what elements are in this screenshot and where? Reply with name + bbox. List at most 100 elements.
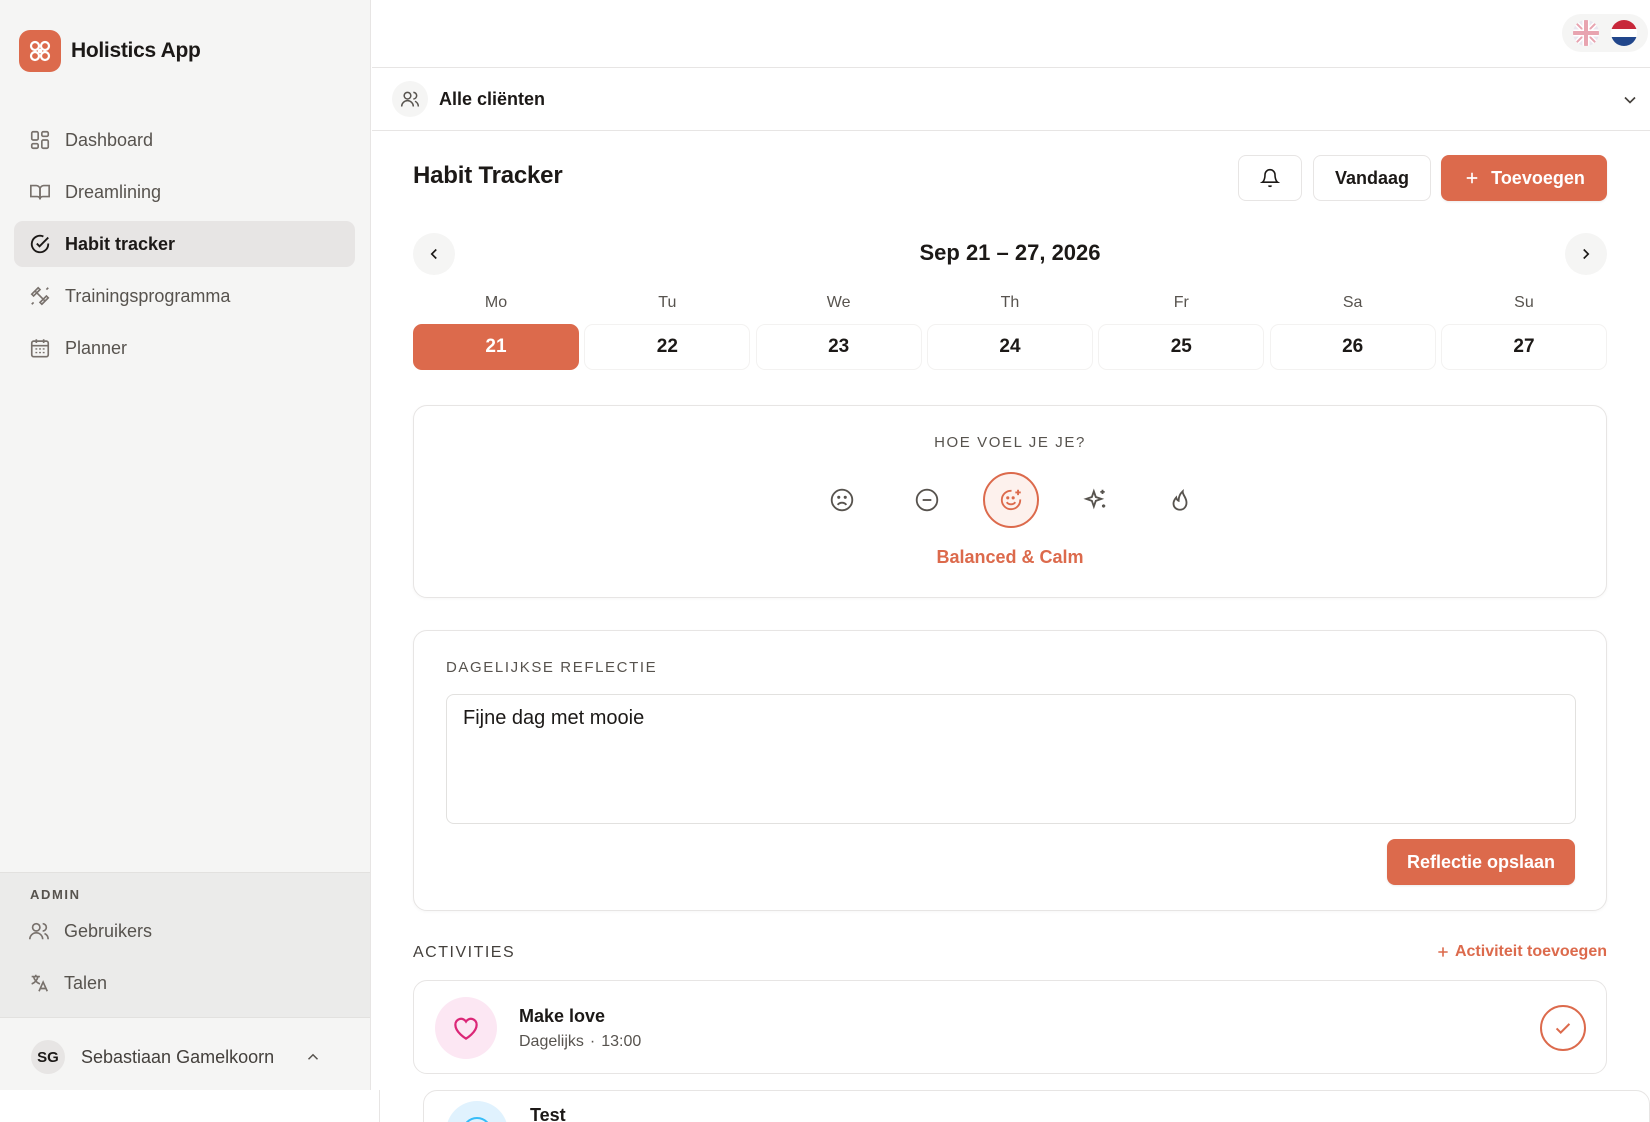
day-button[interactable]: 25 [1098, 324, 1265, 370]
sidebar-item-label: Dashboard [65, 129, 154, 150]
users-icon [392, 81, 428, 117]
app-title: Holistics App [71, 39, 201, 62]
sidebar: Holistics App Dashboard Dreamlining Habi… [0, 0, 371, 1090]
sidebar-item-dashboard[interactable]: Dashboard [14, 117, 355, 163]
sidebar-item-trainingsprogramma[interactable]: Trainingsprogramma [14, 273, 355, 319]
client-selector-label: Alle cliënten [439, 88, 546, 109]
next-week-button[interactable] [1565, 233, 1607, 275]
brand[interactable]: Holistics App [19, 30, 201, 72]
chevron-up-icon [307, 1053, 319, 1060]
activity-icon [435, 997, 497, 1059]
app-logo-icon [19, 30, 61, 72]
sidebar-item-label: Planner [65, 337, 128, 358]
day-abbr: Mo [484, 294, 508, 311]
sidebar-item-dreamlining[interactable]: Dreamlining [14, 169, 355, 215]
client-selector[interactable]: Alle cliënten [372, 68, 1650, 131]
activity-icon [446, 1101, 508, 1122]
activities-title: ACTIVITIES [413, 944, 516, 961]
user-menu[interactable]: SG Sebastiaan Gamelkoorn [0, 1024, 370, 1090]
today-button[interactable]: Vandaag [1313, 155, 1431, 201]
admin-section: ADMIN Gebruikers Talen [0, 872, 370, 1018]
day-abbr: Th [1000, 294, 1020, 311]
day-column: Su 27 [1440, 294, 1607, 370]
reflection-input[interactable]: Fijne dag met mooie [446, 694, 1576, 824]
mood-option-energized[interactable] [1068, 472, 1124, 528]
save-reflection-label: Reflectie opslaan [1406, 851, 1556, 872]
sidebar-item-habit-tracker[interactable]: Habit tracker [14, 221, 355, 267]
language-switcher [1562, 14, 1648, 52]
reflection-card: DAGELIJKSE REFLECTIE Fijne dag met mooie… [413, 630, 1607, 911]
sidebar-item-label: Dreamlining [65, 181, 162, 202]
heart-icon [454, 1017, 478, 1040]
activity-complete-toggle[interactable] [1540, 1005, 1586, 1051]
sidebar-item-gebruikers[interactable]: Gebruikers [28, 920, 152, 942]
day-button[interactable]: 24 [926, 324, 1093, 370]
sidebar-item-label: Gebruikers [64, 920, 153, 941]
today-button-label: Vandaag [1334, 167, 1410, 188]
activity-time: 13:00 [601, 1033, 642, 1050]
sidebar-nav: Dashboard Dreamlining Habit tracker Trai… [14, 117, 355, 377]
flame-icon [1172, 489, 1188, 511]
sparkles-icon [1082, 488, 1105, 510]
day-button[interactable]: 23 [755, 324, 922, 370]
sad-face-icon [830, 488, 854, 512]
calendar-icon [30, 339, 50, 358]
chevron-down-icon [1624, 96, 1636, 104]
activity-item[interactable]: Test [423, 1090, 1650, 1122]
mood-option-sad[interactable] [814, 472, 870, 528]
day-column: Fr 25 [1098, 294, 1265, 370]
sidebar-item-label: Habit tracker [65, 233, 176, 254]
day-column: Tu 22 [584, 294, 751, 370]
save-reflection-button[interactable]: Reflectie opslaan [1387, 839, 1575, 885]
mood-option-fired-up[interactable] [1152, 472, 1208, 528]
avatar: SG [31, 1040, 65, 1074]
admin-section-title: ADMIN [30, 887, 81, 902]
mood-option-neutral[interactable] [899, 472, 955, 528]
page-title: Habit Tracker [413, 162, 563, 189]
check-icon [1555, 1023, 1571, 1035]
flag-nl-icon[interactable] [1610, 20, 1637, 46]
mood-option-balanced[interactable] [983, 472, 1039, 528]
mood-options [814, 472, 1208, 528]
translate-icon [31, 974, 49, 992]
week-range: Sep 21 – 27, 2026 [919, 240, 1101, 265]
flag-uk-icon[interactable] [1573, 20, 1600, 46]
week-days: Mo 21 Tu 22 We 23 Th 24 Fr 25 Sa 26 Su 2… [413, 294, 1607, 370]
day-column: Th 24 [926, 294, 1093, 370]
dumbbell-icon [30, 286, 50, 306]
activity-name: Test [530, 1105, 566, 1122]
sidebar-item-talen[interactable]: Talen [28, 972, 107, 994]
day-abbr: We [826, 294, 851, 311]
day-button[interactable]: 21 [413, 324, 579, 370]
day-abbr: Sa [1342, 294, 1363, 311]
sidebar-item-label: Talen [64, 972, 108, 993]
meta-separator: · [589, 1033, 596, 1050]
sidebar-item-planner[interactable]: Planner [14, 325, 355, 371]
day-abbr: Tu [658, 294, 677, 311]
bell-icon [1260, 168, 1280, 188]
chevron-right-icon [1583, 248, 1590, 260]
add-button-label: Toevoegen [1491, 167, 1585, 188]
notifications-button[interactable] [1238, 155, 1302, 201]
circle-check-icon [30, 234, 50, 254]
day-button[interactable]: 22 [584, 324, 751, 370]
activity-meta: Dagelijks · 13:00 [519, 1033, 641, 1051]
book-icon [30, 184, 50, 200]
plus-icon [1466, 172, 1478, 184]
selected-mood-label: Balanced & Calm [936, 547, 1084, 567]
plus-icon [1438, 947, 1448, 957]
day-column: Sa 26 [1269, 294, 1436, 370]
sidebar-footer-strip [0, 1090, 380, 1122]
day-column: Mo 21 [413, 294, 579, 370]
day-button[interactable]: 26 [1269, 324, 1436, 370]
add-button[interactable]: Toevoegen [1441, 155, 1607, 201]
top-bar [372, 0, 1650, 68]
sidebar-item-label: Trainingsprogramma [65, 285, 231, 306]
add-activity-link[interactable]: Activiteit toevoegen [1435, 943, 1607, 961]
day-abbr: Su [1514, 294, 1534, 311]
activity-name: Make love [519, 1006, 606, 1026]
mood-card-title: HOE VOEL JE JE? [934, 434, 1086, 451]
activity-item[interactable]: Make love Dagelijks · 13:00 [413, 980, 1607, 1074]
day-button[interactable]: 27 [1440, 324, 1607, 370]
day-abbr: Fr [1173, 294, 1189, 311]
